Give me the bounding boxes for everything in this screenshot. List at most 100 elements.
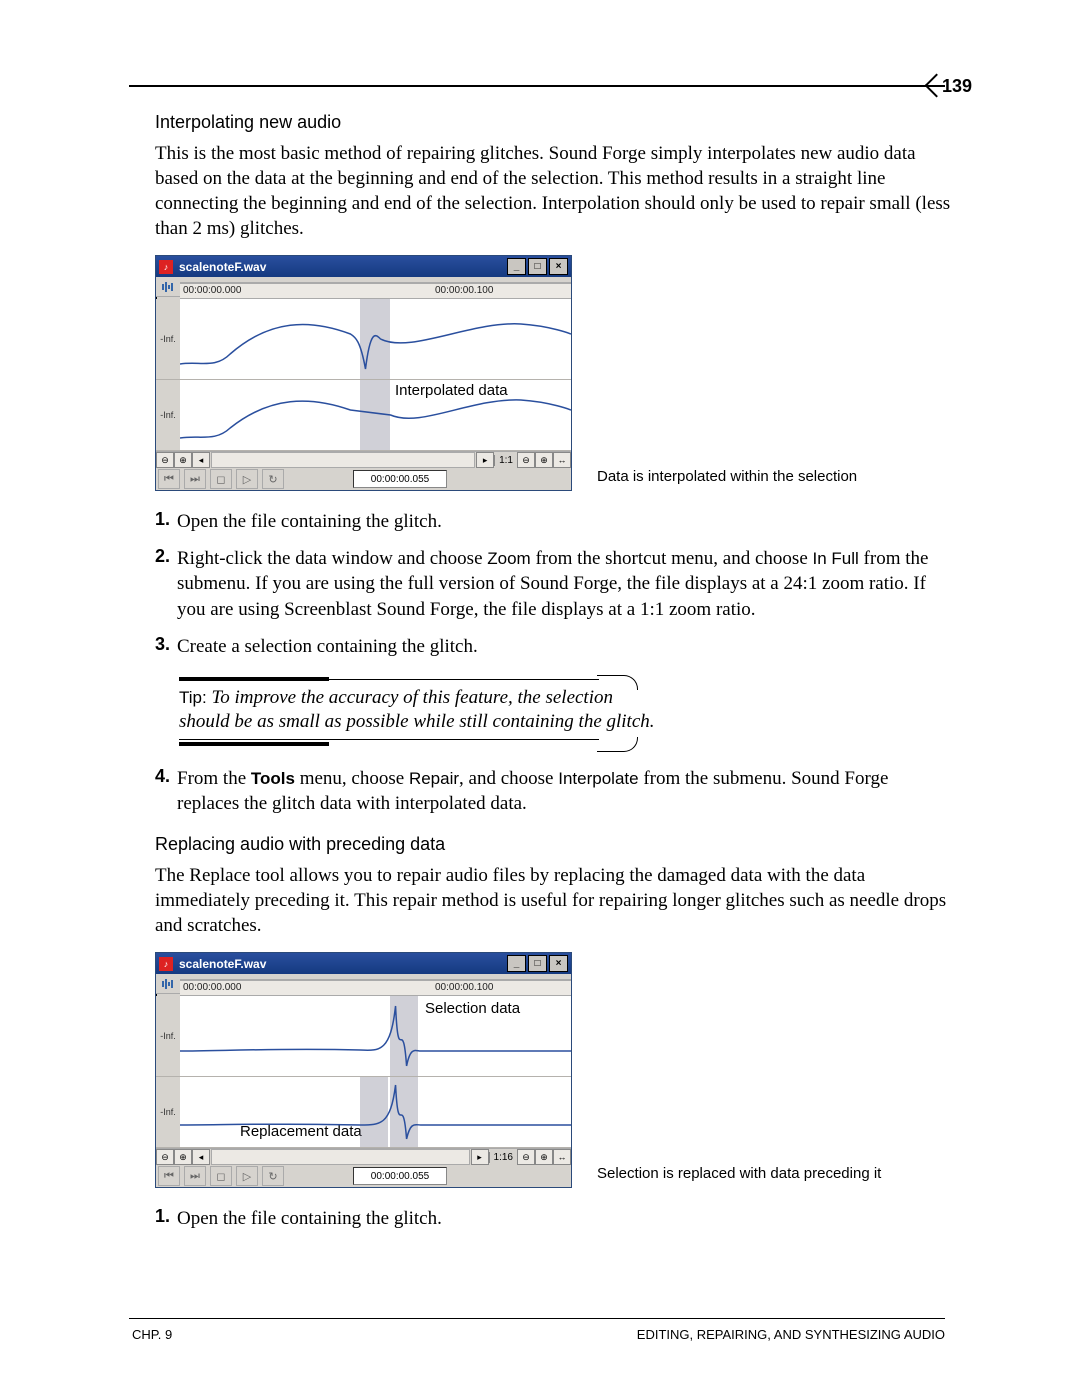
scroll-track[interactable] xyxy=(211,452,475,468)
footer-chapter: CHP. 9 xyxy=(132,1327,172,1342)
go-end-icon[interactable]: ⏭ xyxy=(184,469,206,489)
status-bar: ⏮ ⏭ ◻ ▷ ↻ 00:00:00.055 xyxy=(156,1165,571,1187)
ui-term-zoom: Zoom xyxy=(487,549,530,568)
footer-title: EDITING, REPAIRING, AND SYNTHESIZING AUD… xyxy=(637,1327,945,1342)
step-number: 1. xyxy=(155,509,177,534)
zoom-out-icon[interactable]: ⊖ xyxy=(517,452,535,468)
waveform-display-top[interactable] xyxy=(180,299,571,379)
steps-interpolate-cont: 4. From the Tools menu, choose Repair, a… xyxy=(155,766,955,816)
waveform-side-icon xyxy=(156,974,180,994)
window-titlebar: ♪ scalenoteF.wav _ □ × xyxy=(156,953,571,974)
maximize-button[interactable]: □ xyxy=(528,955,547,972)
figure-caption: Data is interpolated within the selectio… xyxy=(597,468,857,485)
minimize-button[interactable]: _ xyxy=(507,955,526,972)
waveform-side-icon xyxy=(156,277,180,297)
zoom-in-icon[interactable]: ⊕ xyxy=(174,1149,192,1165)
step-number: 1. xyxy=(155,1206,177,1231)
zoom-ratio: 1:16 xyxy=(489,1152,517,1163)
zoom-in-icon[interactable]: ⊕ xyxy=(535,1149,553,1165)
step-1: 1. Open the file containing the glitch. xyxy=(155,509,955,534)
ruler-end: 00:00:00.100 xyxy=(435,285,493,296)
figure-replace-row: ♪ scalenoteF.wav _ □ × 00:00:00.000 xyxy=(155,952,955,1188)
app-icon: ♪ xyxy=(159,260,173,274)
scroll-right-icon[interactable]: ▸ xyxy=(471,1149,489,1165)
step-number: 3. xyxy=(155,634,177,659)
ruler-end: 00:00:00.100 xyxy=(435,982,493,993)
zoom-selection-icon[interactable]: ↔ xyxy=(553,452,571,468)
scroll-left-icon[interactable]: ◂ xyxy=(192,1149,210,1165)
channel-label: -Inf. xyxy=(156,996,180,1076)
go-end-icon[interactable]: ⏭ xyxy=(184,1166,206,1186)
play-icon[interactable]: ▷ xyxy=(236,1166,258,1186)
step-1: 1. Open the file containing the glitch. xyxy=(155,1206,955,1231)
zoom-selection-icon[interactable]: ↔ xyxy=(553,1149,571,1165)
step-text: From the Tools menu, choose Repair, and … xyxy=(177,766,955,816)
loop-icon[interactable]: ↻ xyxy=(262,469,284,489)
steps-replace: 1. Open the file containing the glitch. xyxy=(155,1206,955,1231)
waveform-display-top[interactable]: Selection data xyxy=(180,996,571,1076)
waveform-row-bottom: -Inf. Replacement data xyxy=(156,1077,571,1148)
ui-term-tools: Tools xyxy=(251,769,295,788)
waveform-row-top: -Inf. xyxy=(156,299,571,380)
loop-icon[interactable]: ↻ xyxy=(262,1166,284,1186)
window-title: scalenoteF.wav xyxy=(179,957,266,971)
time-ruler: 00:00:00.000 00:00:00.100 xyxy=(180,283,571,299)
status-bar: ⏮ ⏭ ◻ ▷ ↻ 00:00:00.055 xyxy=(156,468,571,490)
scroll-right-icon[interactable]: ▸ xyxy=(476,452,494,468)
zoom-out-icon[interactable]: ⊖ xyxy=(156,1149,174,1165)
ui-term-repair: Repair xyxy=(409,769,459,788)
minimize-button[interactable]: _ xyxy=(507,258,526,275)
go-start-icon[interactable]: ⏮ xyxy=(158,469,180,489)
step-text: Open the file containing the glitch. xyxy=(177,1206,442,1231)
waveform-display-bottom[interactable]: Replacement data xyxy=(180,1077,571,1147)
figure-caption: Selection is replaced with data precedin… xyxy=(597,1165,881,1182)
scroll-track[interactable] xyxy=(211,1149,470,1165)
step-text: Open the file containing the glitch. xyxy=(177,509,442,534)
zoom-in-icon[interactable]: ⊕ xyxy=(535,452,553,468)
step-4: 4. From the Tools menu, choose Repair, a… xyxy=(155,766,955,816)
time-display: 00:00:00.055 xyxy=(353,1167,447,1185)
go-start-icon[interactable]: ⏮ xyxy=(158,1166,180,1186)
ruler-start: 00:00:00.000 xyxy=(183,982,241,993)
maximize-button[interactable]: □ xyxy=(528,258,547,275)
channel-label: -Inf. xyxy=(156,1077,180,1147)
waveform-row-bottom: -Inf. Interpolated data xyxy=(156,380,571,451)
waveform-display-bottom[interactable]: Interpolated data xyxy=(180,380,571,450)
close-button[interactable]: × xyxy=(549,258,568,275)
waveform-row-top: -Inf. Selection data xyxy=(156,996,571,1077)
page-number: 139 xyxy=(942,76,972,97)
play-icon[interactable]: ▷ xyxy=(236,469,258,489)
mock-window-interpolate: ♪ scalenoteF.wav _ □ × 00:00:00.000 xyxy=(155,255,572,491)
channel-label: -Inf. xyxy=(156,380,180,450)
heading-interpolating: Interpolating new audio xyxy=(155,112,955,133)
step-2: 2. Right-click the data window and choos… xyxy=(155,546,955,621)
footer-rule xyxy=(129,1318,945,1319)
zoom-out-icon[interactable]: ⊖ xyxy=(156,452,174,468)
horizontal-scrollbar[interactable]: ⊖ ⊕ ◂ ▸ 1:1 ⊖ ⊕ ↔ xyxy=(156,451,571,468)
window-titlebar: ♪ scalenoteF.wav _ □ × xyxy=(156,256,571,277)
time-ruler: 00:00:00.000 00:00:00.100 xyxy=(180,980,571,996)
close-button[interactable]: × xyxy=(549,955,568,972)
zoom-in-icon[interactable]: ⊕ xyxy=(174,452,192,468)
figure-interpolate-row: ♪ scalenoteF.wav _ □ × 00:00:00.000 xyxy=(155,255,955,491)
step-text: Create a selection containing the glitch… xyxy=(177,634,478,659)
time-display: 00:00:00.055 xyxy=(353,470,447,488)
page: 139 Interpolating new audio This is the … xyxy=(0,0,1080,1397)
scroll-left-icon[interactable]: ◂ xyxy=(192,452,210,468)
tip-body: To improve the accuracy of this feature,… xyxy=(179,687,655,733)
channel-label: -Inf. xyxy=(156,299,180,379)
intro-interpolating: This is the most basic method of repairi… xyxy=(155,141,955,241)
step-number: 2. xyxy=(155,546,177,621)
zoom-ratio: 1:1 xyxy=(494,455,517,466)
step-3: 3. Create a selection containing the gli… xyxy=(155,634,955,659)
ruler-start: 00:00:00.000 xyxy=(183,285,241,296)
step-text: Right-click the data window and choose Z… xyxy=(177,546,955,621)
horizontal-scrollbar[interactable]: ⊖ ⊕ ◂ ▸ 1:16 ⊖ ⊕ ↔ xyxy=(156,1148,571,1165)
ui-term-interpolate: Interpolate xyxy=(558,769,638,788)
content-column: Interpolating new audio This is the most… xyxy=(155,112,955,1244)
ui-term-infull: In Full xyxy=(813,549,859,568)
stop-icon[interactable]: ◻ xyxy=(210,1166,232,1186)
heading-replacing: Replacing audio with preceding data xyxy=(155,834,955,855)
stop-icon[interactable]: ◻ xyxy=(210,469,232,489)
zoom-out-icon[interactable]: ⊖ xyxy=(517,1149,535,1165)
